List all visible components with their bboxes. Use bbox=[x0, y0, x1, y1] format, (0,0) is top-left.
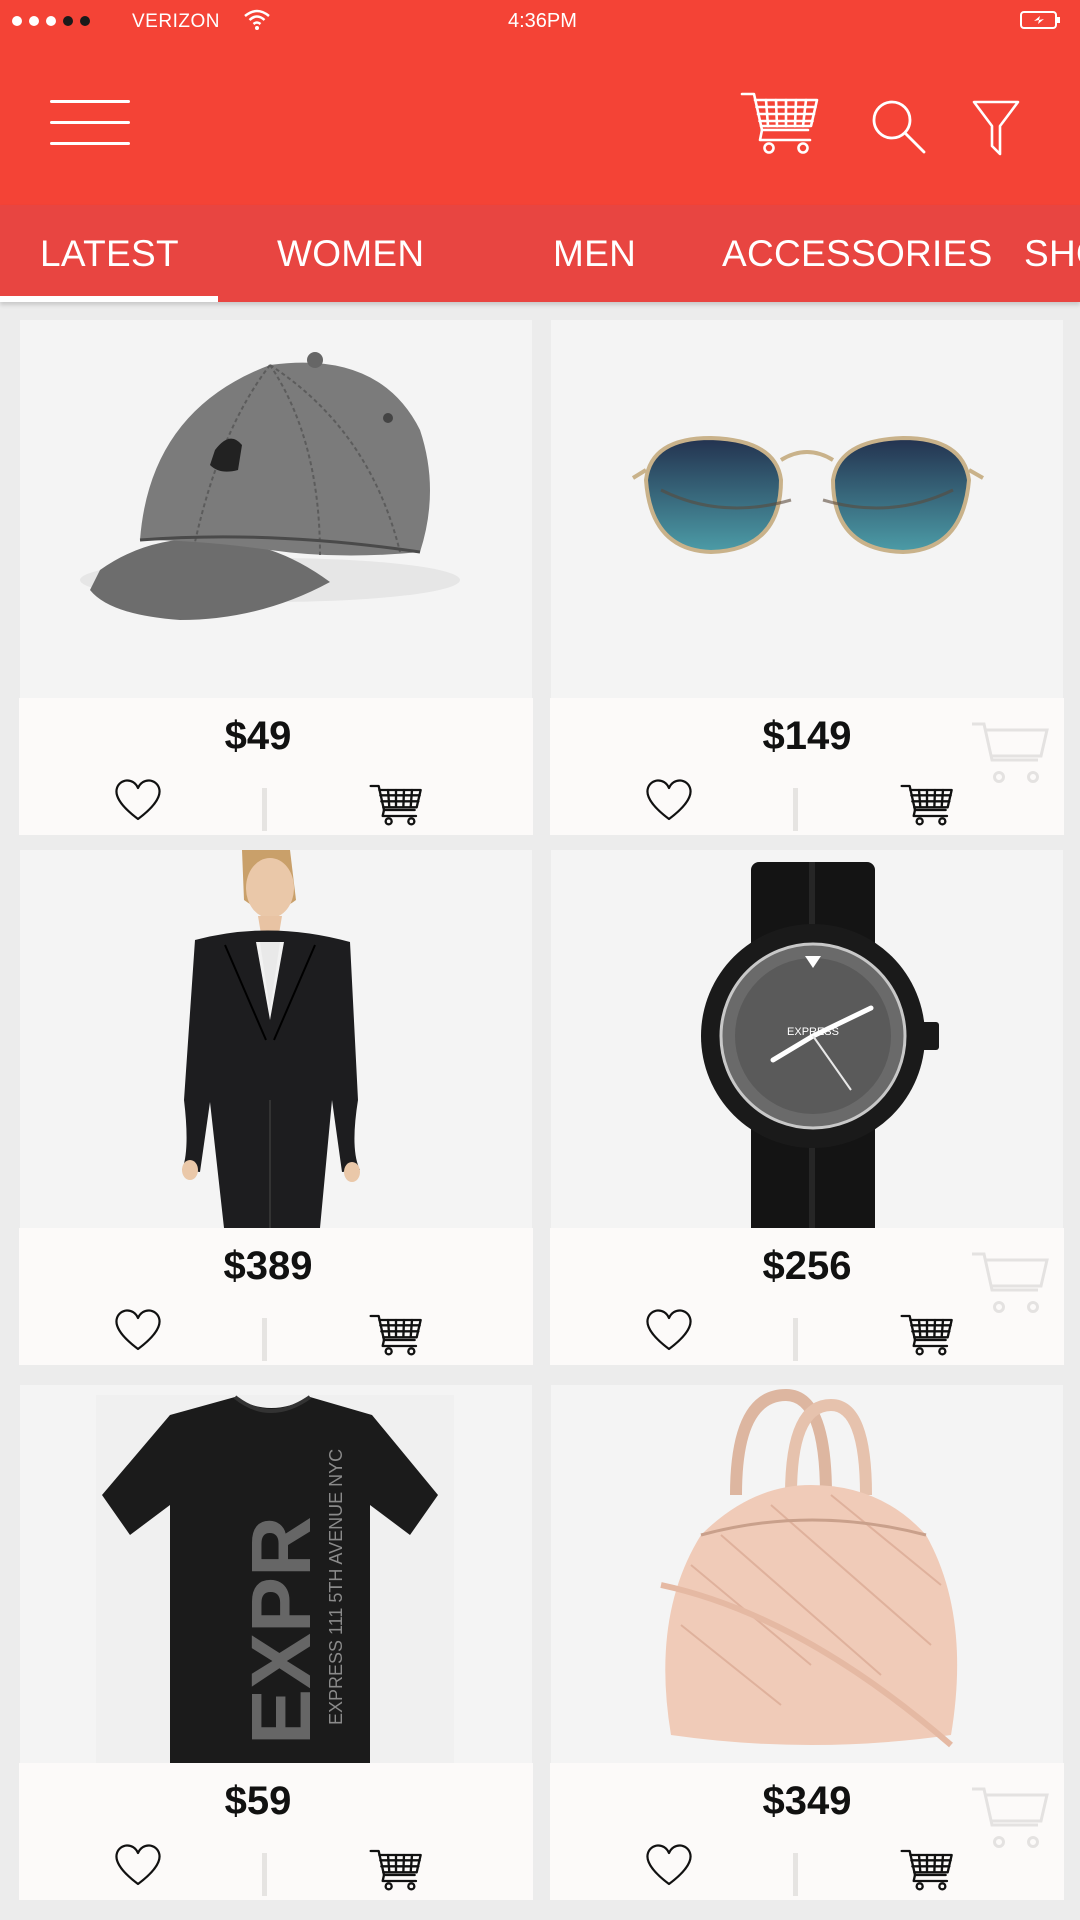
product-info: $49 bbox=[19, 698, 533, 835]
divider bbox=[262, 1318, 267, 1361]
product-price: $59 bbox=[224, 1779, 292, 1823]
heart-icon[interactable] bbox=[113, 1841, 163, 1887]
tab-latest[interactable]: LATEST bbox=[40, 205, 179, 302]
product-info: $349 bbox=[550, 1763, 1064, 1900]
product-price: $49 bbox=[224, 714, 292, 758]
heart-icon[interactable] bbox=[113, 776, 163, 822]
menu-icon-bar bbox=[50, 142, 130, 145]
add-to-cart-icon[interactable] bbox=[900, 782, 954, 826]
product-image[interactable] bbox=[20, 850, 532, 1228]
product-price: $256 bbox=[762, 1244, 852, 1288]
divider bbox=[262, 788, 267, 831]
watch-image: EXPRESS bbox=[701, 862, 939, 1228]
carrier-label: VERIZON bbox=[132, 11, 220, 32]
watch-brand: EXPRESS bbox=[787, 1026, 839, 1038]
divider bbox=[262, 1853, 267, 1896]
product-image[interactable] bbox=[551, 1385, 1063, 1763]
category-tabs: LATEST WOMEN MEN ACCESSORIES SHO bbox=[0, 205, 1080, 302]
product-card[interactable]: $349 bbox=[550, 1385, 1064, 1900]
menu-icon-bar bbox=[50, 100, 130, 103]
cap-image bbox=[80, 352, 460, 620]
product-image[interactable] bbox=[20, 320, 532, 698]
menu-icon-bar bbox=[50, 121, 130, 124]
signal-strength-icon bbox=[12, 16, 90, 26]
add-to-cart-icon[interactable] bbox=[369, 782, 423, 826]
product-card[interactable]: EXPR EXPRESS 111 5TH AVENUE NYC $59 bbox=[19, 1385, 533, 1900]
product-info: $389 bbox=[19, 1228, 533, 1365]
product-info: $256 bbox=[550, 1228, 1064, 1365]
product-price: $389 bbox=[223, 1244, 313, 1288]
status-time: 4:36PM bbox=[508, 10, 577, 32]
divider bbox=[793, 1318, 798, 1361]
product-card[interactable]: EXPRESS $256 bbox=[550, 850, 1064, 1365]
product-card[interactable]: $49 bbox=[19, 320, 533, 835]
tshirt-image: EXPR EXPRESS 111 5TH AVENUE NYC bbox=[96, 1395, 454, 1763]
filter-icon[interactable] bbox=[972, 100, 1020, 156]
shirt-print: EXPR bbox=[234, 1516, 328, 1745]
app-header: VERIZON 4:36PM bbox=[0, 0, 1080, 205]
wifi-icon bbox=[244, 9, 270, 30]
divider bbox=[793, 788, 798, 831]
handbag-image bbox=[660, 1388, 958, 1748]
shirt-subtext: EXPRESS 111 5TH AVENUE NYC bbox=[326, 1449, 346, 1725]
product-image[interactable] bbox=[551, 320, 1063, 698]
cart-icon[interactable] bbox=[740, 88, 820, 158]
product-card[interactable]: $149 bbox=[550, 320, 1064, 835]
tab-accessories[interactable]: ACCESSORIES bbox=[722, 205, 993, 302]
blazer-image bbox=[182, 850, 360, 1228]
status-bar: VERIZON 4:36PM bbox=[0, 0, 1080, 44]
search-icon[interactable] bbox=[868, 96, 928, 156]
add-to-cart-icon[interactable] bbox=[369, 1312, 423, 1356]
product-info: $149 bbox=[550, 698, 1064, 835]
add-to-cart-icon[interactable] bbox=[900, 1312, 954, 1356]
heart-icon[interactable] bbox=[644, 1306, 694, 1352]
heart-icon[interactable] bbox=[644, 1841, 694, 1887]
heart-icon[interactable] bbox=[644, 776, 694, 822]
product-image[interactable]: EXPR EXPRESS 111 5TH AVENUE NYC bbox=[20, 1385, 532, 1763]
menu-button[interactable] bbox=[50, 98, 132, 148]
sunglasses-image bbox=[631, 435, 984, 555]
divider bbox=[793, 1853, 798, 1896]
add-to-cart-icon[interactable] bbox=[900, 1847, 954, 1891]
product-info: $59 bbox=[19, 1763, 533, 1900]
tab-men[interactable]: MEN bbox=[553, 205, 636, 302]
product-price: $149 bbox=[762, 714, 852, 758]
heart-icon[interactable] bbox=[113, 1306, 163, 1352]
tab-women[interactable]: WOMEN bbox=[277, 205, 424, 302]
add-to-cart-icon[interactable] bbox=[369, 1847, 423, 1891]
tab-shoes[interactable]: SHO bbox=[1024, 205, 1080, 302]
active-tab-indicator bbox=[0, 296, 218, 302]
product-image[interactable]: EXPRESS bbox=[551, 850, 1063, 1228]
product-price: $349 bbox=[762, 1779, 852, 1823]
product-card[interactable]: $389 bbox=[19, 850, 533, 1365]
battery-icon bbox=[1020, 11, 1060, 29]
